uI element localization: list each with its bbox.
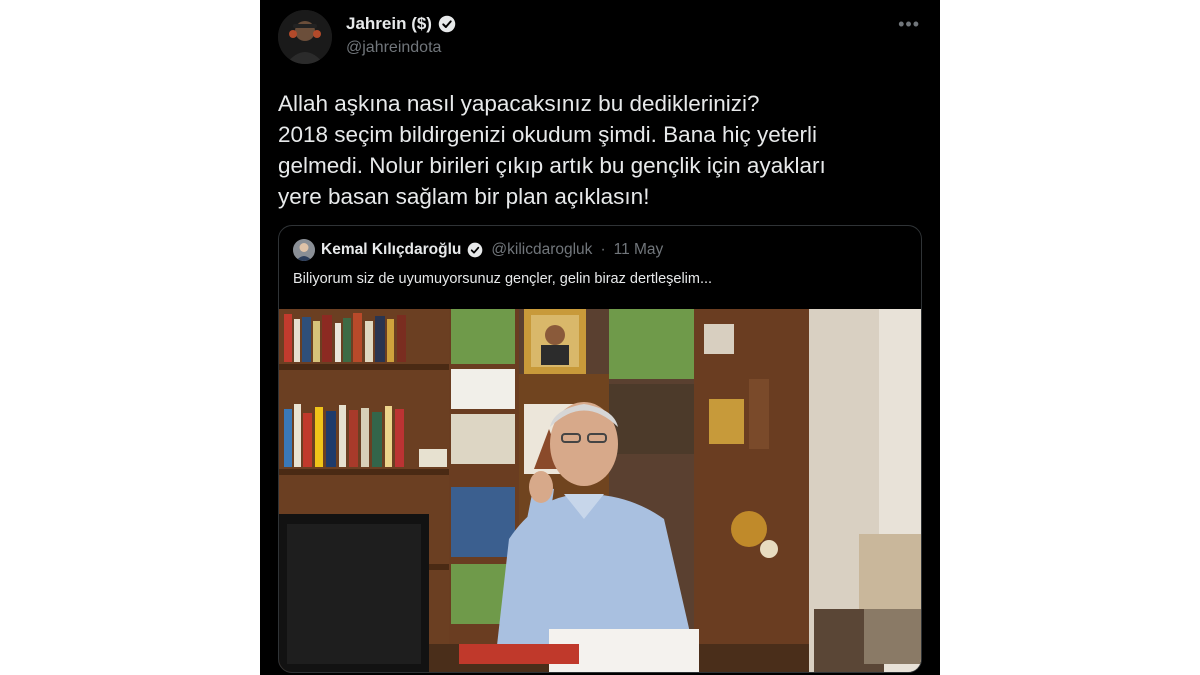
verified-badge-icon <box>438 15 456 33</box>
video-thumbnail[interactable] <box>279 309 921 672</box>
quoted-author-name: Kemal Kılıçdaroğlu <box>321 241 462 258</box>
quoted-separator: · <box>600 241 606 258</box>
video-thumbnail-image <box>279 309 921 672</box>
quoted-avatar-icon <box>293 239 315 261</box>
tweet-text-line: 2018 seçim bildirgenizi okudum şimdi. Ba… <box>278 122 818 147</box>
tweet-text-line: yere basan sağlam bir plan açıklasın! <box>278 184 650 209</box>
verified-badge-icon <box>468 242 483 258</box>
author-name-row[interactable]: Jahrein ($) <box>346 14 456 34</box>
author-handle[interactable]: @jahreindota <box>346 39 441 57</box>
tweet-text-line: gelmedi. Nolur birileri çıkıp artık bu g… <box>278 153 826 178</box>
tweet-card: Jahrein ($) @jahreindota ••• Allah aşkın… <box>260 0 940 675</box>
quoted-tweet-header: Kemal Kılıçdaroğlu @kilicdarogluk · 11 M… <box>293 239 663 261</box>
quoted-date: 11 May <box>613 241 664 258</box>
quoted-author-avatar <box>293 239 315 261</box>
tweet-text-line: Allah aşkına nasıl yapacaksınız bu dedik… <box>278 91 760 116</box>
tweet-text: Allah aşkına nasıl yapacaksınız bu dedik… <box>278 88 928 212</box>
quoted-tweet[interactable]: Kemal Kılıçdaroğlu @kilicdarogluk · 11 M… <box>278 225 922 673</box>
author-display-name[interactable]: Jahrein ($) <box>346 14 432 34</box>
avatar-icon <box>278 10 332 64</box>
quoted-tweet-text: Biliyorum siz de uyumuyorsunuz gençler, … <box>293 271 713 287</box>
quoted-author-handle: @kilicdarogluk <box>491 241 593 258</box>
author-avatar[interactable] <box>278 10 332 64</box>
more-options-icon[interactable]: ••• <box>898 14 920 35</box>
